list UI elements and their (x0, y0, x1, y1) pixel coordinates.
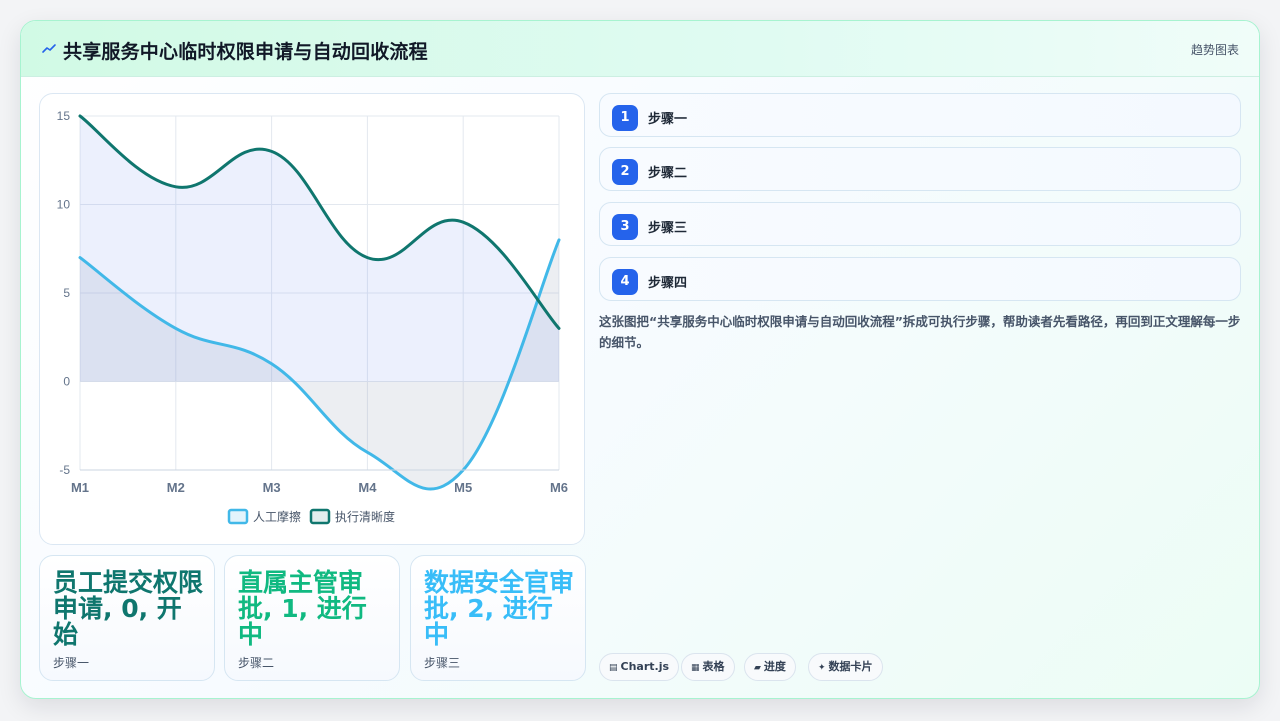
tag-chartjs[interactable]: ▤ Chart.js (599, 653, 680, 681)
step-item-4[interactable]: 4 步骤四 (599, 257, 1241, 301)
tag-label: 数据卡片 (828, 660, 873, 673)
y-tick-label: -5 (59, 463, 70, 477)
tag-table[interactable]: ▦ 表格 (681, 653, 735, 681)
step-label: 步骤二 (648, 166, 688, 181)
step-item-1[interactable]: 1 步骤一 (599, 93, 1241, 137)
tag-label: Chart.js (620, 660, 670, 673)
tag-progress[interactable]: ▰ 进度 (744, 653, 796, 681)
step-item-2[interactable]: 2 步骤二 (599, 147, 1241, 191)
chart-description: 这张图把“共享服务中心临时权限申请与自动回收流程”拆成可执行步骤，帮助读者先看路… (599, 314, 1241, 350)
step-number-badge: 4 (612, 269, 638, 295)
stat-value: 员工提交权限申请, 0, 开始 (53, 568, 204, 649)
table-icon: ▦ (691, 663, 700, 673)
card-header: 共享服务中心临时权限申请与自动回收流程 趋势图表 (21, 21, 1259, 77)
chart-canvas: 15 10 5 0 -5M1 M2 M3 M4 M5 M6 人工摩擦 执行清晰度 (57, 109, 568, 525)
stat-value: 直属主管审批, 1, 进行中 (238, 568, 367, 649)
step-item-3[interactable]: 3 步骤三 (599, 202, 1241, 246)
step-label: 步骤一 (648, 112, 688, 127)
stat-card-2: 直属主管审批, 1, 进行中 步骤二 (224, 555, 400, 681)
trend-icon (42, 44, 56, 53)
page-title: 共享服务中心临时权限申请与自动回收流程 (63, 41, 428, 63)
trend-chart-link[interactable]: 趋势图表 (1191, 41, 1239, 58)
trend-chart: 15 10 5 0 -5 M1 M2 M3 M4 M5 M6 人工摩擦 执行清晰度 (39, 93, 585, 545)
legend-label: 执行清晰度 (335, 509, 395, 524)
y-tick-label: 10 (57, 198, 71, 212)
step-label: 步骤三 (648, 221, 688, 236)
y-tick-label: 5 (63, 286, 70, 300)
sparkle-icon: ✦ (818, 663, 826, 673)
legend-swatch (309, 508, 331, 525)
x-tick-label: M4 (358, 480, 377, 495)
x-tick-label: M2 (167, 480, 185, 495)
x-tick-label: M1 (71, 480, 89, 495)
x-tick-label: M5 (454, 480, 472, 495)
step-number-badge: 2 (612, 159, 638, 185)
chart-icon: ▤ (609, 663, 618, 673)
stat-label: 步骤一 (53, 656, 90, 670)
series-area-2 (80, 116, 559, 382)
tag-data-card[interactable]: ✦ 数据卡片 (808, 653, 883, 681)
legend-swatch (227, 508, 249, 525)
stat-card-3: 数据安全官审批, 2, 进行中 步骤三 (410, 555, 586, 681)
stat-value: 数据安全官审批, 2, 进行中 (424, 568, 575, 649)
tag-label: 表格 (702, 660, 725, 673)
progress-icon: ▰ (754, 663, 761, 673)
step-number-badge: 3 (612, 214, 638, 240)
stat-label: 步骤三 (424, 656, 461, 670)
legend-label: 人工摩擦 (253, 509, 301, 524)
stat-card-1: 员工提交权限申请, 0, 开始 步骤一 (39, 555, 215, 681)
y-tick-label: 0 (63, 375, 70, 389)
step-label: 步骤四 (648, 276, 688, 291)
y-tick-label: 15 (57, 109, 71, 123)
x-tick-label: M6 (550, 480, 568, 495)
tag-label: 进度 (763, 660, 786, 673)
x-tick-label: M3 (263, 480, 281, 495)
dashboard-card: 共享服务中心临时权限申请与自动回收流程 趋势图表 15 10 5 0 -5 M1 M2 M3 M… (20, 20, 1260, 699)
stat-label: 步骤二 (238, 656, 275, 670)
step-number-badge: 1 (612, 105, 638, 131)
